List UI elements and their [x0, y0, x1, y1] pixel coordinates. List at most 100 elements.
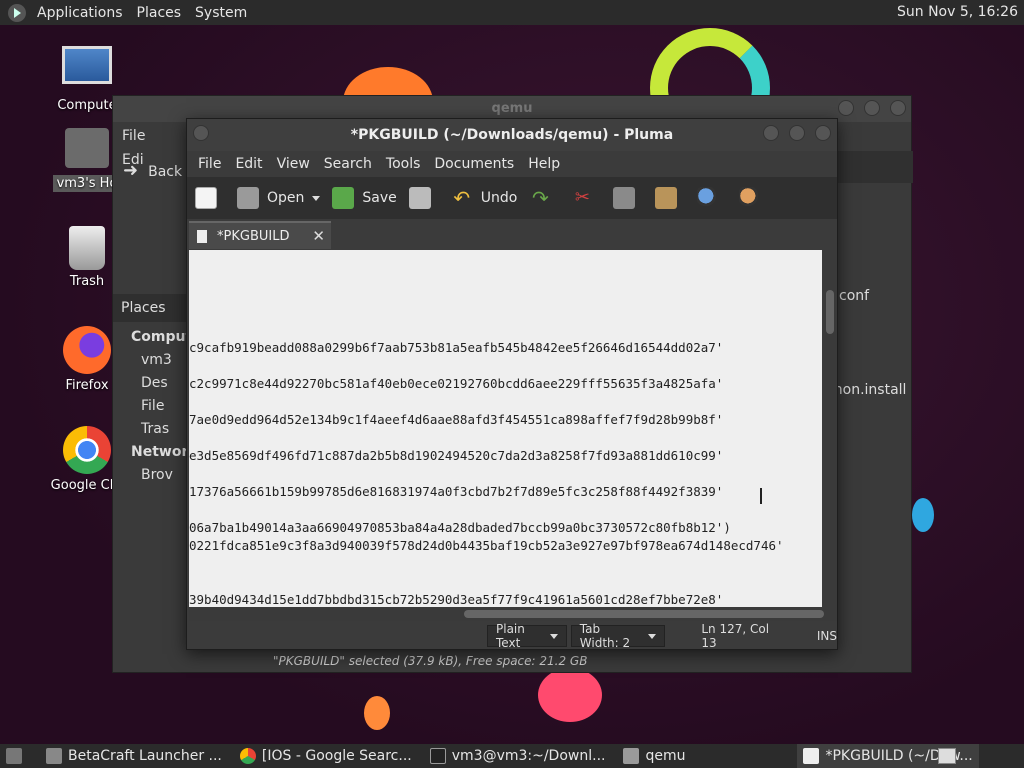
places-sidebar: Compute vm3 Des File Tras Network Brov	[113, 326, 188, 487]
code-line: e3d5e8569df496fd71c887da2b5b8d1902494520…	[189, 448, 724, 463]
minimize-button[interactable]	[838, 100, 854, 116]
file-manager-menubar: FileEdi	[113, 124, 193, 168]
maximize-button[interactable]	[789, 125, 805, 141]
tab-width-selector[interactable]: Tab Width: 2	[570, 622, 666, 650]
file-item-install[interactable]: mon.install	[829, 382, 906, 398]
copy-icon	[613, 187, 636, 209]
new-document-icon	[195, 187, 217, 209]
undo-button[interactable]: ↶ Undo	[451, 186, 517, 210]
document-icon	[197, 229, 207, 243]
window-menu-button[interactable]	[193, 125, 209, 141]
sidebar-item-browse-network[interactable]: Brov	[113, 464, 188, 487]
taskbar-label: vm3@vm3:~/Downl...	[451, 748, 606, 764]
file-manager-status: "PKGBUILD" selected (37.9 kB), Free spac…	[273, 654, 588, 668]
taskbar-label: qemu	[645, 748, 686, 764]
menu-edit[interactable]: Edit	[228, 156, 269, 172]
applications-menu[interactable]: Applications	[30, 5, 130, 21]
sidebar-item-filesystem[interactable]: File	[113, 395, 188, 418]
copy-button[interactable]	[613, 187, 643, 209]
chevron-down-icon[interactable]	[312, 195, 321, 201]
horizontal-scrollbar[interactable]	[189, 607, 837, 621]
desktop-icon-label: Trash	[69, 274, 105, 289]
taskbar-item-betacraft[interactable]: BetaCraft Launcher ...	[40, 744, 228, 768]
code-line: 06a7ba1b49014a3aa66904970853ba84a4a28dba…	[189, 520, 731, 535]
close-button[interactable]	[815, 125, 831, 141]
menu-help[interactable]: Help	[521, 156, 567, 172]
scrollbar-thumb[interactable]	[464, 610, 824, 618]
firefox-icon	[63, 326, 111, 374]
menu-tools[interactable]: Tools	[379, 156, 428, 172]
find-replace-icon	[739, 187, 762, 209]
chevron-down-icon	[549, 633, 558, 639]
code-line: c2c9971c8e44d92270bc581af40eb0ece0219276…	[189, 376, 724, 391]
text-editor-window[interactable]: *PKGBUILD (~/Downloads/qemu) - Pluma Fil…	[186, 118, 838, 650]
taskbar-item-qemu[interactable]: qemu	[617, 744, 791, 768]
code-line: 7ae0d9edd964d52e134b9c1f4aeef4d6aae88afd…	[189, 412, 724, 427]
print-icon	[408, 187, 431, 209]
insert-mode: INS	[816, 629, 837, 643]
wallpaper-orange-drop	[364, 696, 390, 730]
maximize-button[interactable]	[864, 100, 880, 116]
code-line: 0221fdca851e9c3f8a3d940039f578d24d0b4435…	[189, 538, 784, 553]
close-icon[interactable]: ✕	[312, 227, 325, 245]
back-button[interactable]: ➜ Back	[123, 160, 182, 181]
sidebar-item-home[interactable]: vm3	[113, 349, 188, 372]
minimize-button[interactable]	[763, 125, 779, 141]
redo-button[interactable]: ↷	[529, 187, 559, 209]
open-label: Open	[267, 190, 305, 206]
menu-documents[interactable]: Documents	[427, 156, 521, 172]
cut-button[interactable]: ✂	[571, 187, 601, 209]
file-item-label: conf	[839, 288, 870, 304]
show-desktop-button[interactable]	[0, 744, 34, 768]
print-button[interactable]	[408, 187, 439, 209]
editor-title: *PKGBUILD (~/Downloads/qemu) - Pluma	[187, 119, 837, 151]
open-button[interactable]: Open	[237, 187, 321, 209]
places-menu[interactable]: Places	[130, 5, 189, 21]
wallpaper-pink-blob	[538, 668, 602, 722]
syntax-label: Plain Text	[496, 622, 525, 650]
syntax-selector[interactable]: Plain Text	[487, 622, 567, 650]
text-editor-area[interactable]: c9cafb919beadd088a0299b6f7aab753b81a5eaf…	[189, 250, 822, 607]
undo-icon: ↶	[453, 186, 471, 210]
sidebar-heading-network: Network	[131, 444, 188, 460]
trash-icon	[69, 226, 105, 270]
workspace-switcher[interactable]	[938, 748, 956, 764]
taskbar-label: [IOS - Google Searc...	[261, 748, 412, 764]
menu-search[interactable]: Search	[317, 156, 379, 172]
taskbar-item-terminal[interactable]: vm3@vm3:~/Downl...	[424, 744, 612, 768]
java-icon	[46, 748, 62, 764]
places-header[interactable]: Places	[113, 294, 188, 322]
new-button[interactable]	[195, 187, 225, 209]
cursor-position: Ln 127, Col 13	[701, 622, 770, 650]
clock[interactable]: Sun Nov 5, 16:26	[897, 4, 1018, 20]
menu-file[interactable]: File	[191, 156, 228, 172]
mate-menu-icon[interactable]	[8, 3, 26, 22]
menu-view[interactable]: View	[270, 156, 317, 172]
save-icon	[332, 187, 355, 209]
paste-icon	[655, 187, 678, 209]
file-item-label: mon.install	[829, 382, 907, 398]
find-button[interactable]	[697, 187, 727, 209]
system-menu[interactable]: System	[188, 5, 254, 21]
tab-width-label: Tab Width: 2	[579, 622, 631, 650]
sidebar-item-trash[interactable]: Tras	[113, 418, 188, 441]
close-button[interactable]	[890, 100, 906, 116]
wallpaper-teal-drop	[912, 498, 934, 532]
save-button[interactable]: Save	[332, 187, 397, 209]
menu-file[interactable]: File	[113, 124, 154, 148]
tab-pkgbuild[interactable]: *PKGBUILD ✕	[189, 221, 331, 249]
back-label: Back	[148, 164, 183, 180]
vertical-scrollbar[interactable]	[823, 250, 837, 607]
tab-label: *PKGBUILD	[217, 228, 290, 244]
document-tabbar: *PKGBUILD ✕	[187, 219, 837, 249]
paste-button[interactable]	[655, 187, 685, 209]
file-item-conf[interactable]: conf	[839, 288, 869, 304]
editor-toolbar: Open Save ↶ Undo ↷ ✂	[187, 177, 837, 219]
replace-button[interactable]	[739, 187, 769, 209]
sidebar-item-desktop[interactable]: Des	[113, 372, 188, 395]
scrollbar-thumb[interactable]	[826, 290, 834, 334]
taskbar-item-chrome[interactable]: [IOS - Google Searc...	[234, 744, 418, 768]
text-cursor-icon	[760, 488, 762, 504]
cut-icon: ✂	[574, 187, 590, 208]
bottom-panel: BetaCraft Launcher ... [IOS - Google Sea…	[0, 744, 1024, 768]
